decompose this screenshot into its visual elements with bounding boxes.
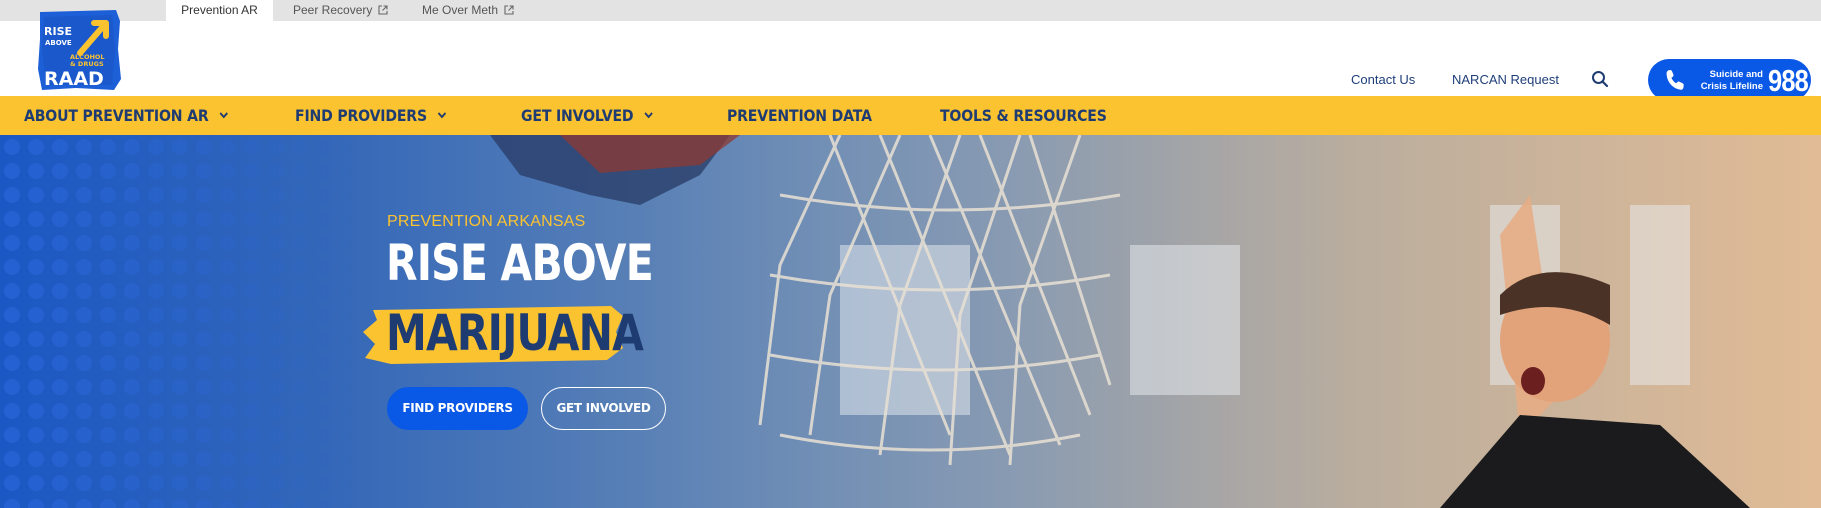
logo-above-text: ABOVE <box>45 39 72 47</box>
hero-heading-line2: MARIJUANA <box>386 304 644 362</box>
phone-icon <box>1666 70 1684 90</box>
nav-about-prevention-ar[interactable]: ABOUT PREVENTION AR <box>24 96 228 135</box>
get-involved-button[interactable]: GET INVOLVED <box>541 387 666 430</box>
hero-background-image <box>0 135 1821 508</box>
external-link-icon <box>504 5 514 15</box>
external-link-icon <box>378 5 388 15</box>
hero-eyebrow: PREVENTION ARKANSAS <box>387 213 586 230</box>
nav-label: TOOLS & RESOURCES <box>940 106 1107 125</box>
raad-logo[interactable]: RISE ABOVE ALCOHOL & DRUGS RAAD <box>36 9 122 91</box>
site-header: Contact Us NARCAN Request Suicide and Cr… <box>0 21 1821 101</box>
nav-label: GET INVOLVED <box>521 106 634 125</box>
logo-drugs-text: & DRUGS <box>70 60 104 68</box>
crisis-lifeline-button[interactable]: Suicide and Crisis Lifeline 988 <box>1648 59 1811 101</box>
chevron-down-icon <box>644 112 653 119</box>
tab-peer-recovery[interactable]: Peer Recovery <box>293 0 388 21</box>
tab-me-over-meth[interactable]: Me Over Meth <box>422 0 514 21</box>
nav-label: FIND PROVIDERS <box>295 106 427 125</box>
utility-tabs-bar: Prevention AR Peer Recovery Me Over Meth <box>0 0 1821 21</box>
chevron-down-icon <box>437 112 447 119</box>
tab-label: Prevention AR <box>181 3 258 17</box>
lifeline-text-line2: Crisis Lifeline <box>1700 81 1763 92</box>
nav-label: ABOUT PREVENTION AR <box>24 106 209 125</box>
find-providers-button[interactable]: FIND PROVIDERS <box>387 387 528 430</box>
nav-find-providers[interactable]: FIND PROVIDERS <box>295 96 447 135</box>
contact-us-link[interactable]: Contact Us <box>1351 72 1415 87</box>
hero-banner: PREVENTION ARKANSAS RISE ABOVE MARIJUANA… <box>0 135 1821 508</box>
main-nav: ABOUT PREVENTION AR FIND PROVIDERS GET I… <box>0 96 1821 135</box>
lifeline-number: 988 <box>1768 63 1809 98</box>
tab-label: Me Over Meth <box>422 3 499 17</box>
lifeline-text-line1: Suicide and <box>1709 69 1763 80</box>
nav-prevention-data[interactable]: PREVENTION DATA <box>727 96 872 135</box>
nav-tools-resources[interactable]: TOOLS & RESOURCES <box>940 96 1107 135</box>
nav-get-involved[interactable]: GET INVOLVED <box>521 96 653 135</box>
logo-rise-text: RISE <box>44 25 72 38</box>
tab-prevention-ar[interactable]: Prevention AR <box>166 0 273 21</box>
hero-heading-line1: RISE ABOVE <box>386 234 654 292</box>
search-icon[interactable] <box>1591 70 1609 88</box>
tab-label: Peer Recovery <box>293 3 373 17</box>
nav-label: PREVENTION DATA <box>727 106 872 125</box>
chevron-down-icon <box>219 112 228 119</box>
logo-raad-text: RAAD <box>44 68 104 90</box>
narcan-request-link[interactable]: NARCAN Request <box>1452 72 1559 87</box>
lifeline-text: Suicide and Crisis Lifeline <box>1693 69 1763 93</box>
